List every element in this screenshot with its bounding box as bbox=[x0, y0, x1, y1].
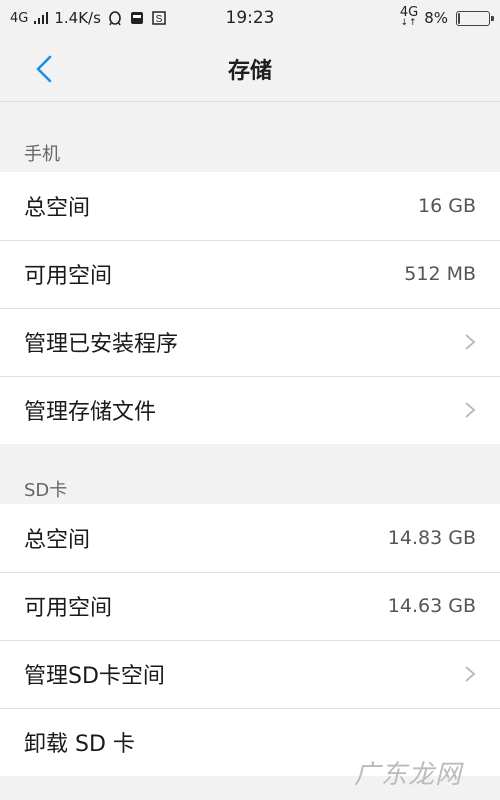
sd-available-space-row: 可用空间 14.63 GB bbox=[0, 572, 500, 640]
network-type: 4G bbox=[10, 10, 29, 26]
svg-text:S: S bbox=[156, 14, 163, 25]
phone-total-space-row: 总空间 16 GB bbox=[0, 172, 500, 240]
manage-storage-files-row[interactable]: 管理存储文件 bbox=[0, 376, 500, 444]
status-left: 4G 1.4K/s S bbox=[10, 9, 400, 27]
sd-total-space-row: 总空间 14.83 GB bbox=[0, 504, 500, 572]
chevron-right-icon bbox=[465, 334, 476, 350]
status-bar: 4G 1.4K/s S 19:23 4G ↓↑ 8% bbox=[0, 0, 500, 36]
qq-icon bbox=[107, 10, 123, 26]
row-value: 16 GB bbox=[418, 195, 476, 217]
row-label: 可用空间 bbox=[24, 596, 113, 621]
header-bar: 存储 bbox=[0, 36, 500, 102]
sim-icon bbox=[129, 10, 145, 26]
chevron-right-icon bbox=[465, 402, 476, 418]
manage-sd-space-row[interactable]: 管理SD卡空间 bbox=[0, 640, 500, 708]
row-label: 总空间 bbox=[24, 196, 91, 221]
row-label: 可用空间 bbox=[24, 264, 113, 289]
status-right: 4G ↓↑ 8% bbox=[399, 5, 494, 28]
network-speed: 1.4K/s bbox=[54, 9, 101, 27]
sd-storage-group: 总空间 14.83 GB 可用空间 14.63 GB 管理SD卡空间 卸载 SD… bbox=[0, 504, 500, 776]
row-label: 管理SD卡空间 bbox=[24, 664, 165, 689]
back-button[interactable] bbox=[30, 53, 60, 85]
section-label-phone: 手机 bbox=[24, 144, 60, 165]
row-label: 管理存储文件 bbox=[24, 400, 157, 425]
page-title: 存储 bbox=[227, 58, 272, 84]
manage-installed-apps-row[interactable]: 管理已安装程序 bbox=[0, 308, 500, 376]
phone-available-space-row: 可用空间 512 MB bbox=[0, 240, 500, 308]
phone-storage-group: 总空间 16 GB 可用空间 512 MB 管理已安装程序 管理存储文件 bbox=[0, 172, 500, 444]
network-type-right: 4G ↓↑ bbox=[399, 5, 419, 28]
chevron-right-icon bbox=[465, 666, 476, 682]
watermark-logo: 广东龙网 bbox=[353, 760, 462, 790]
row-value: 14.63 GB bbox=[387, 595, 476, 617]
chevron-left-icon bbox=[36, 55, 52, 83]
battery-percent: 8% bbox=[424, 9, 448, 27]
section-label-sd: SD卡 bbox=[24, 480, 68, 501]
row-value: 14.83 GB bbox=[387, 527, 476, 549]
row-label: 总空间 bbox=[24, 528, 91, 553]
row-label: 管理已安装程序 bbox=[24, 332, 179, 357]
battery-icon bbox=[456, 10, 494, 26]
signal-icon bbox=[34, 12, 49, 24]
row-value: 512 MB bbox=[404, 263, 476, 285]
screenshot-icon: S bbox=[151, 10, 167, 26]
row-label: 卸载 SD 卡 bbox=[24, 732, 135, 757]
